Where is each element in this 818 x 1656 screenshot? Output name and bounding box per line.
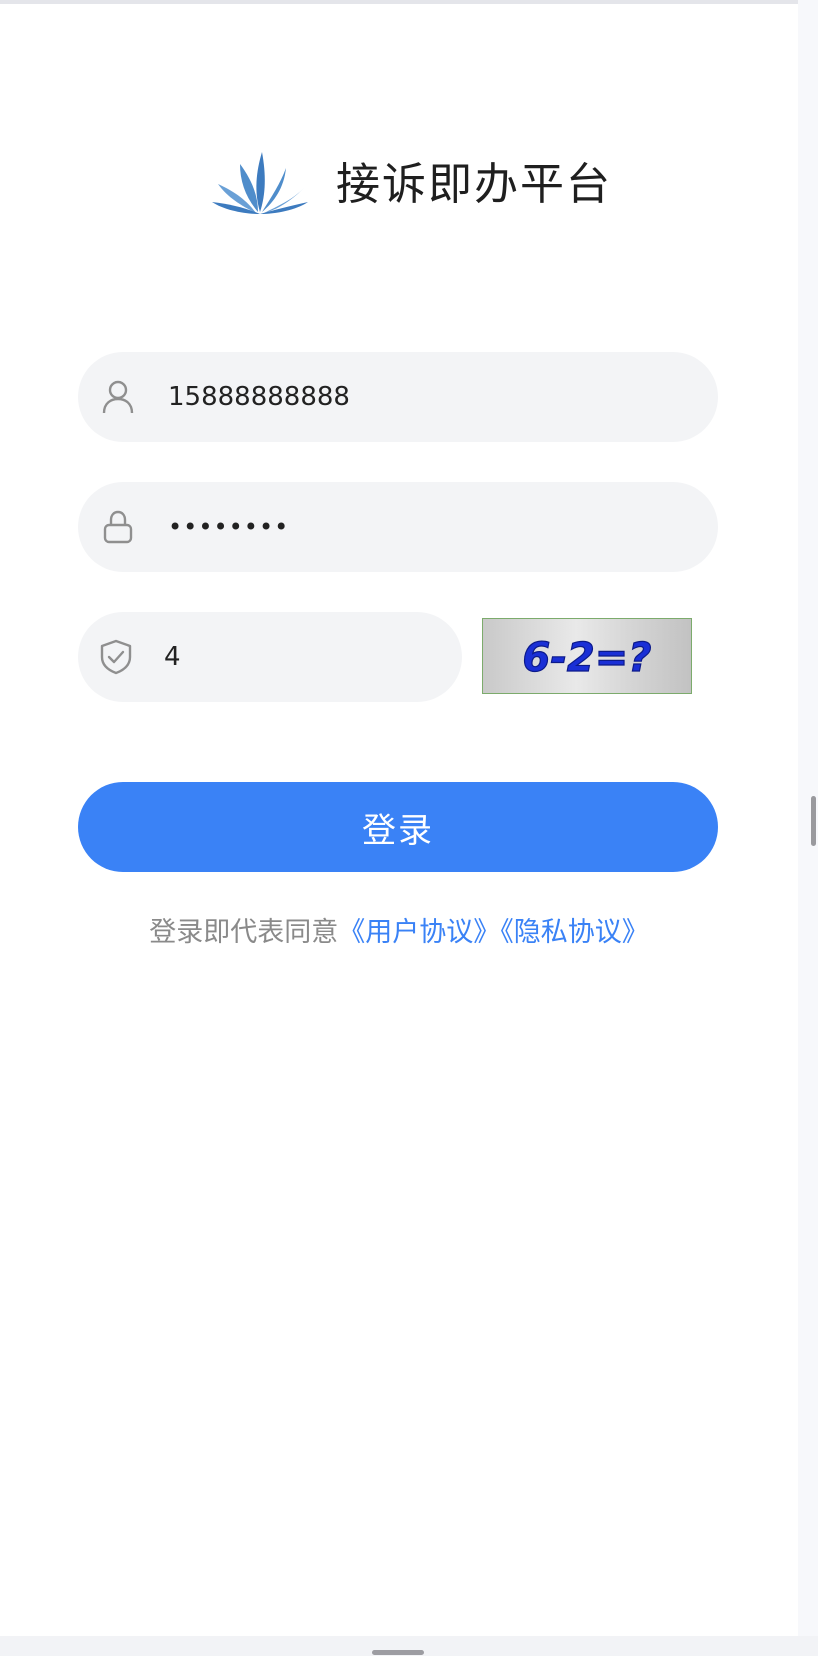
captcha-input[interactable] xyxy=(162,626,490,688)
agreement-line: 登录即代表同意《用户协议》《隐私协议》 xyxy=(0,910,798,949)
lotus-logo-icon xyxy=(212,152,308,214)
login-button[interactable]: 登录 xyxy=(78,782,718,872)
home-indicator[interactable] xyxy=(372,1650,424,1655)
shield-check-icon xyxy=(100,639,132,675)
password-input[interactable] xyxy=(166,496,718,558)
scrollbar-thumb[interactable] xyxy=(811,796,816,846)
captcha-field[interactable] xyxy=(78,612,490,702)
captcha-text-graphic: 6-2=? xyxy=(522,634,652,681)
captcha-text: 6-2=? xyxy=(523,635,652,681)
viewport: 接诉即办平台 6-2=? xyxy=(0,0,818,1656)
password-field[interactable] xyxy=(78,482,718,572)
lock-icon xyxy=(100,509,136,545)
user-agreement-link[interactable]: 《用户协议》 xyxy=(338,917,500,948)
agreement-prefix: 登录即代表同意 xyxy=(149,917,339,948)
username-field[interactable] xyxy=(78,352,718,442)
user-icon xyxy=(100,379,136,415)
captcha-image[interactable]: 6-2=? xyxy=(482,618,692,694)
privacy-policy-link[interactable]: 《隐私协议》 xyxy=(500,917,649,948)
app-title: 接诉即办平台 xyxy=(336,159,612,210)
username-input[interactable] xyxy=(166,366,718,428)
brand-header: 接诉即办平台 xyxy=(210,140,612,220)
